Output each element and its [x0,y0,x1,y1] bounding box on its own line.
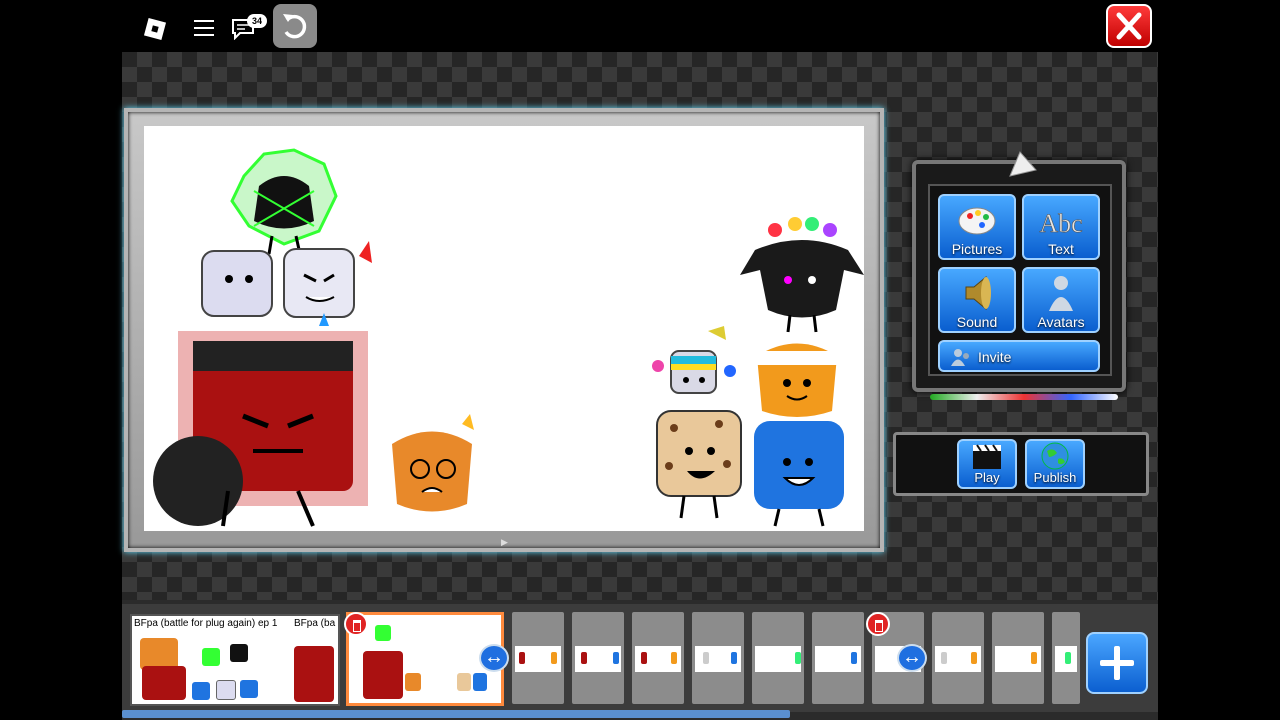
pictures-button[interactable]: Pictures [938,194,1016,260]
frame-thumbnail-4[interactable] [572,612,624,704]
avatars-button[interactable]: Avatars [1022,267,1100,333]
thumb-black-char [230,644,248,662]
thumb-red-char [363,651,403,699]
frame-thumbnail-5[interactable] [632,612,684,704]
thumb-green-char [375,625,391,641]
clapperboard-icon [973,444,1001,469]
thumb-blue-char-2 [240,680,258,698]
thumb-orange-char [405,673,421,691]
invite-people-icon [951,349,969,366]
thumb-frame2-preview [294,646,334,702]
invite-label: Invite [978,349,1012,365]
frame-thumbnail-10[interactable] [932,612,984,704]
thumb-blue-char [473,673,487,691]
thumb-red-char [142,666,186,700]
frame-thumbnail-6[interactable] [692,612,744,704]
character-black-crowned[interactable] [740,210,864,334]
delete-frame-button[interactable] [344,612,368,636]
text-label: Text [1048,241,1074,257]
text-abc-icon: Abc [1039,209,1083,239]
frame-thumbnail-11[interactable] [992,612,1044,704]
speaker-icon [965,275,991,311]
pictures-label: Pictures [951,241,1003,257]
character-orange-dizzy[interactable] [382,414,482,530]
play-button[interactable]: Play [957,439,1017,489]
invite-button[interactable]: Invite [938,340,1100,372]
thumb-green-char [202,648,220,666]
frame-1-title: BFpa (battle for plug again) ep 1 [134,618,278,629]
undo-button[interactable] [273,4,317,48]
add-frame-button[interactable] [1086,632,1148,694]
close-icon [1116,12,1142,40]
close-button[interactable] [1106,4,1152,48]
character-white-twins[interactable] [194,241,374,331]
timeline-scrollbar[interactable] [122,710,790,718]
avatars-label: Avatars [1037,314,1085,330]
delete-frame-button-2[interactable] [866,612,890,636]
chat-count-badge: 34 [247,14,267,28]
menu-icon[interactable] [194,20,214,38]
play-label: Play [974,470,1000,485]
sound-button[interactable]: Sound [938,267,1016,333]
frame-thumbnail-3[interactable] [512,612,564,704]
publish-button[interactable]: Publish [1025,439,1085,489]
frame-2-title-fragment: BFpa (ba [294,618,336,629]
frame-thumbnail-7[interactable] [752,612,804,704]
led-strip [930,394,1118,400]
character-green-crystal[interactable] [224,146,344,256]
frame-thumbnail-12[interactable] [1052,612,1080,704]
sound-label: Sound [956,314,998,330]
avatar-person-icon [1049,276,1073,311]
thumb-blue-char [192,682,210,700]
frame-thumbnail-1[interactable]: BFpa (battle for plug again) ep 1 BFpa (… [130,614,340,706]
top-bar [0,0,1280,52]
thumb-white-char [216,680,236,700]
svg-text:Abc: Abc [1039,209,1082,238]
move-frame-arrows-icon-2[interactable]: ↔ [897,644,927,672]
publish-label: Publish [1033,470,1077,485]
character-orange-headband[interactable] [752,331,842,421]
globe-icon [1041,442,1069,470]
character-red-block[interactable] [148,321,378,531]
frame-thumbnail-8[interactable] [812,612,864,704]
undo-icon [283,14,307,39]
character-cookie[interactable] [649,406,749,521]
text-button[interactable]: Abc Text [1022,194,1100,260]
move-frame-arrows-icon[interactable]: ↔ [479,644,509,672]
play-publish-panel [893,432,1149,496]
playhead-marker-icon: ▶ [501,537,508,547]
character-blue[interactable] [749,416,849,528]
cursor-arrow-icon [1009,151,1037,177]
character-small-hat[interactable] [646,326,736,406]
palette-icon [958,207,996,235]
scene-canvas[interactable] [144,126,864,531]
thumb-cookie-char [457,673,471,691]
